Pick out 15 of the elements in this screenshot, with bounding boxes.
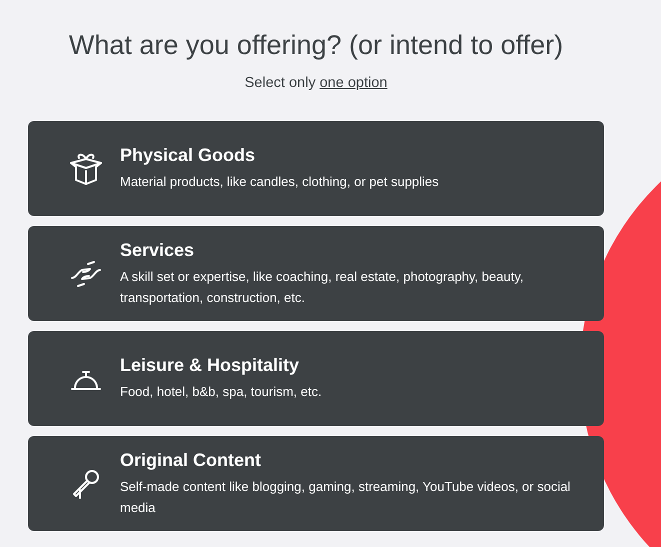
option-description: Material products, like candles, clothing, or pet supplies bbox=[120, 173, 439, 191]
instruction-text: Select only one option bbox=[244, 75, 388, 91]
option-card[interactable]: Original Content Self-made content like blogging, gaming, streaming, YouTube videos, or social media bbox=[28, 436, 604, 531]
page-heading: What are you offering? (or intend to offer) bbox=[68, 30, 564, 61]
option-card[interactable]: Physical Goods Material products, like candles, clothing, or pet supplies bbox=[28, 121, 604, 216]
option-link[interactable]: one option bbox=[320, 75, 388, 91]
option-description: A skill set or expertise, like coaching, real estate, photography, beauty, transportation, construction, etc. bbox=[120, 268, 524, 307]
option-title: Leisure & Hospitality bbox=[120, 355, 300, 376]
option-card[interactable]: Services A skill set or expertise, like coaching, real estate, photography, beauty, transportation, construction, etc. bbox=[28, 226, 604, 321]
option-description: Self-made content like blogging, gaming, streaming, YouTube videos, or social media bbox=[120, 478, 572, 516]
option-title: Services bbox=[120, 240, 196, 260]
option-title: Original Content bbox=[120, 450, 262, 470]
option-title: Physical Goods bbox=[120, 145, 256, 166]
option-card[interactable]: Leisure & Hospitality Food, hotel, b&b, spa, tourism, etc. bbox=[28, 331, 604, 426]
option-description: Food, hotel, b&b, spa, tourism, etc. bbox=[120, 383, 322, 401]
